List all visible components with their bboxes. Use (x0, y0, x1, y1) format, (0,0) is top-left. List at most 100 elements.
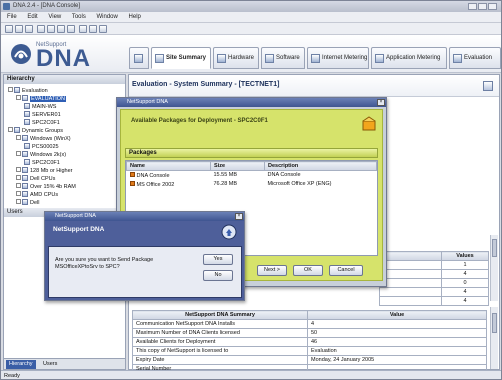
table-cell: 0 (441, 278, 489, 288)
tree-item[interactable]: Evaluation (8, 87, 48, 95)
print-icon[interactable] (67, 25, 75, 33)
package-cell: DNA Console (127, 171, 211, 180)
find-icon[interactable] (79, 25, 87, 33)
menu-window[interactable]: Window (97, 14, 118, 20)
cancel-button[interactable]: Cancel (329, 265, 363, 276)
table-cell: Maximum Number of DNA Clients licensed (132, 328, 308, 338)
group-icon (22, 183, 28, 189)
folder-icon (14, 87, 20, 93)
forward-icon[interactable] (47, 25, 55, 33)
tab-application-metering[interactable]: Application Metering (371, 47, 447, 69)
table-cell: Evaluation (307, 346, 487, 356)
expand-icon[interactable] (8, 87, 13, 92)
menu-file[interactable]: File (7, 14, 17, 20)
tab-label: Evaluation (464, 55, 493, 61)
confirm-dialog-close-icon[interactable]: × (235, 213, 243, 220)
tree-item[interactable]: MAIN-WS (24, 103, 56, 111)
expand-icon[interactable] (16, 183, 21, 188)
confirm-message: Are you sure you want to Send Package MS… (55, 257, 154, 270)
export-icon[interactable] (483, 81, 493, 91)
packages-table-body: DNA Console 15.55 MB DNA Console MS Office … (127, 171, 377, 189)
tree-item[interactable]: SERVER01 (24, 111, 61, 119)
tree-item[interactable]: EVALUATION (16, 95, 67, 103)
tree-item[interactable]: Dynamic Groups (8, 127, 63, 135)
tab-internet-metering[interactable]: Internet Metering (307, 47, 369, 69)
bottom-tab-users[interactable]: Users (40, 360, 60, 369)
tab-hardware[interactable]: Hardware (213, 47, 259, 69)
refresh-icon[interactable] (57, 25, 65, 33)
tab-home[interactable] (129, 47, 149, 69)
main-scrollbar[interactable] (490, 307, 498, 369)
menu-view[interactable]: View (48, 14, 61, 20)
left-bottom-tabs: Hierarchy Users (4, 358, 125, 369)
close-button[interactable] (488, 3, 497, 10)
tree-item[interactable]: SPC2C0F1 (24, 119, 60, 127)
table-cell: 4 (441, 287, 489, 297)
expand-icon[interactable] (16, 135, 21, 140)
group-icon (22, 151, 28, 157)
tab-label: Internet Metering (322, 55, 368, 61)
expand-icon[interactable] (16, 167, 21, 172)
page-title: Evaluation - System Summary - [TECTNET1] (132, 81, 280, 88)
package-description: Microsoft Office XP (ENG) (267, 181, 332, 187)
maximize-button[interactable] (478, 3, 487, 10)
open-icon[interactable] (15, 25, 23, 33)
expand-icon[interactable] (16, 151, 21, 156)
tree-item[interactable]: SPC2C0F1 (24, 159, 60, 167)
netsupport-col-summary: NetSupport DNA Summary (132, 310, 308, 320)
ok-button[interactable]: OK (293, 265, 323, 276)
package-row[interactable]: MS Office 2002 76.28 MB Microsoft Office X… (127, 180, 377, 189)
status-bar: Ready (1, 370, 501, 379)
table-cell: 46 (307, 337, 487, 347)
package-row[interactable]: DNA Console 15.55 MB DNA Console (127, 171, 377, 180)
packages-col-description: Description (264, 161, 377, 171)
package-name: DNA Console (136, 172, 170, 179)
expand-icon[interactable] (16, 191, 21, 196)
group-icon (22, 135, 28, 141)
no-button[interactable]: No (203, 270, 233, 281)
expand-icon[interactable] (16, 199, 21, 204)
bottom-tab-hierarchy[interactable]: Hierarchy (6, 360, 36, 369)
tab-label: Software (276, 55, 300, 61)
tree-item[interactable]: Dell (16, 199, 39, 207)
scrollbar-thumb[interactable] (492, 239, 497, 257)
scrollbar-thumb[interactable] (492, 313, 497, 333)
tree-item[interactable]: 128 Mb or Higher (16, 167, 73, 175)
yes-button[interactable]: Yes (203, 254, 233, 265)
tab-site-summary[interactable]: Site Summary (151, 47, 211, 69)
new-icon[interactable] (5, 25, 13, 33)
table-cell: 1 (441, 260, 489, 270)
menu-tools[interactable]: Tools (72, 14, 86, 20)
save-icon[interactable] (25, 25, 33, 33)
tab-label: Application Metering (386, 55, 441, 61)
send-package-icon (221, 224, 237, 240)
tree-item[interactable]: PCS00025 (24, 143, 59, 151)
back-icon[interactable] (37, 25, 45, 33)
help-icon[interactable] (99, 25, 107, 33)
tree-item[interactable]: Windows 2k(x) (16, 151, 66, 159)
package-cell: Microsoft Office XP (ENG) (265, 180, 377, 189)
tree-item[interactable]: Dell CPUs (16, 175, 55, 183)
group-icon (22, 199, 28, 205)
tree-item[interactable]: AMD CPUs (16, 191, 58, 199)
table-row: 4 (379, 296, 489, 306)
tab-evaluation[interactable]: Evaluation (449, 47, 501, 69)
tree-item-label: Over 15% 4b RAM (30, 184, 76, 190)
menu-edit[interactable]: Edit (27, 14, 37, 20)
expand-icon[interactable] (16, 175, 21, 180)
group-icon (22, 191, 28, 197)
summary-scrollbar[interactable] (490, 235, 498, 301)
package-dialog-close-icon[interactable]: × (377, 99, 385, 106)
expand-icon[interactable] (8, 127, 13, 132)
table-cell: 4 (441, 269, 489, 279)
table-row: Maximum Number of DNA Clients licensed 50 (132, 328, 487, 338)
properties-icon[interactable] (89, 25, 97, 33)
tab-software[interactable]: Software (261, 47, 305, 69)
next-button[interactable]: Next > (257, 265, 287, 276)
tree-item[interactable]: Over 15% 4b RAM (16, 183, 76, 191)
brand-name: DNA (36, 45, 91, 72)
menu-help[interactable]: Help (129, 14, 141, 20)
minimize-button[interactable] (468, 3, 477, 10)
tree-item[interactable]: Windows (WinX) (16, 135, 71, 143)
expand-icon[interactable] (16, 95, 21, 100)
